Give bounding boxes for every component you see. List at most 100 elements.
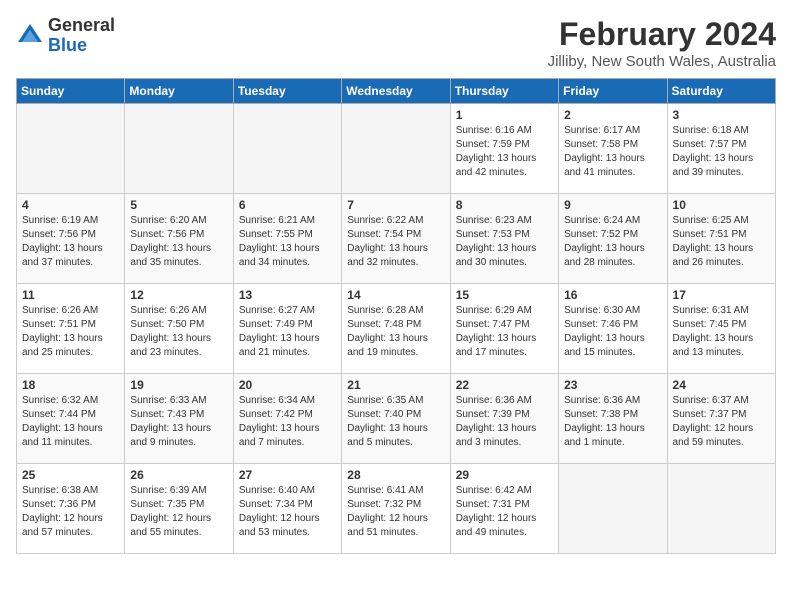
calendar-cell: 27Sunrise: 6:40 AM Sunset: 7:34 PM Dayli… (233, 464, 341, 554)
day-info: Sunrise: 6:28 AM Sunset: 7:48 PM Dayligh… (347, 304, 444, 360)
col-header-tuesday: Tuesday (233, 79, 341, 104)
day-info: Sunrise: 6:41 AM Sunset: 7:32 PM Dayligh… (347, 484, 444, 540)
day-number: 14 (347, 288, 444, 302)
day-number: 5 (130, 198, 227, 212)
logo-blue: Blue (48, 35, 87, 55)
day-info: Sunrise: 6:36 AM Sunset: 7:38 PM Dayligh… (564, 394, 661, 450)
day-number: 25 (22, 468, 119, 482)
calendar-cell: 8Sunrise: 6:23 AM Sunset: 7:53 PM Daylig… (450, 194, 558, 284)
calendar-cell: 29 Sunrise: 6:42 AM Sunset: 7:31 PM Dayli… (450, 464, 558, 554)
calendar-cell: 5 Sunrise: 6:20 AM Sunset: 7:56 PM Daylig… (125, 194, 233, 284)
col-header-sunday: Sunday (17, 79, 125, 104)
day-number: 24 (673, 378, 770, 392)
day-info: Sunrise: 6:39 AM Sunset: 7:35 PM Dayligh… (130, 484, 227, 540)
day-number: 3 (673, 108, 770, 122)
calendar-cell: 2 Sunrise: 6:17 AM Sunset: 7:58 PM Daylig… (559, 104, 667, 194)
day-info: Sunrise: 6:42 AM Sunset: 7:31 PM Dayligh… (456, 484, 553, 540)
week-row-3: 11Sunrise: 6:26 AM Sunset: 7:51 PM Dayli… (17, 284, 776, 374)
day-number: 12 (130, 288, 227, 302)
location: Jilliby, New South Wales, Australia (548, 53, 776, 70)
calendar-cell: 9 Sunrise: 6:24 AM Sunset: 7:52 PM Daylig… (559, 194, 667, 284)
calendar-cell: 13 Sunrise: 6:27 AM Sunset: 7:49 PM Dayli… (233, 284, 341, 374)
logo-general: General (48, 15, 115, 35)
day-number: 23 (564, 378, 661, 392)
calendar-cell: 25 Sunrise: 6:38 AM Sunset: 7:36 PM Dayli… (17, 464, 125, 554)
calendar-cell: 19 Sunrise: 6:33 AM Sunset: 7:43 PM Dayli… (125, 374, 233, 464)
day-number: 17 (673, 288, 770, 302)
day-info: Sunrise: 6:32 AM Sunset: 7:44 PM Dayligh… (22, 394, 119, 450)
calendar-cell: 20 Sunrise: 6:34 AM Sunset: 7:42 PM Dayli… (233, 374, 341, 464)
day-number: 22 (456, 378, 553, 392)
calendar-cell: 26 Sunrise: 6:39 AM Sunset: 7:35 PM Dayli… (125, 464, 233, 554)
day-info: Sunrise: 6:31 AM Sunset: 7:45 PM Dayligh… (673, 304, 770, 360)
logo: General Blue (16, 16, 115, 56)
calendar-cell (125, 104, 233, 194)
calendar-cell: 15 Sunrise: 6:29 AM Sunset: 7:47 PM Dayli… (450, 284, 558, 374)
week-row-5: 25 Sunrise: 6:38 AM Sunset: 7:36 PM Dayli… (17, 464, 776, 554)
calendar-cell: 24 Sunrise: 6:37 AM Sunset: 7:37 PM Dayli… (667, 374, 775, 464)
day-number: 1 (456, 108, 553, 122)
day-info: Sunrise: 6:18 AM Sunset: 7:57 PM Dayligh… (673, 124, 770, 180)
day-number: 26 (130, 468, 227, 482)
day-info: Sunrise: 6:29 AM Sunset: 7:47 PM Dayligh… (456, 304, 553, 360)
week-row-4: 18Sunrise: 6:32 AM Sunset: 7:44 PM Dayli… (17, 374, 776, 464)
day-number: 10 (673, 198, 770, 212)
week-row-1: 1 Sunrise: 6:16 AM Sunset: 7:59 PM Daylig… (17, 104, 776, 194)
week-row-2: 4 Sunrise: 6:19 AM Sunset: 7:56 PM Daylig… (17, 194, 776, 284)
day-number: 15 (456, 288, 553, 302)
day-info: Sunrise: 6:19 AM Sunset: 7:56 PM Dayligh… (22, 214, 119, 270)
col-header-saturday: Saturday (667, 79, 775, 104)
calendar-cell: 11Sunrise: 6:26 AM Sunset: 7:51 PM Dayli… (17, 284, 125, 374)
calendar-cell: 17 Sunrise: 6:31 AM Sunset: 7:45 PM Dayli… (667, 284, 775, 374)
calendar-cell (667, 464, 775, 554)
col-header-friday: Friday (559, 79, 667, 104)
day-info: Sunrise: 6:22 AM Sunset: 7:54 PM Dayligh… (347, 214, 444, 270)
day-number: 9 (564, 198, 661, 212)
col-header-monday: Monday (125, 79, 233, 104)
day-info: Sunrise: 6:38 AM Sunset: 7:36 PM Dayligh… (22, 484, 119, 540)
day-info: Sunrise: 6:30 AM Sunset: 7:46 PM Dayligh… (564, 304, 661, 360)
calendar-cell: 18Sunrise: 6:32 AM Sunset: 7:44 PM Dayli… (17, 374, 125, 464)
day-info: Sunrise: 6:16 AM Sunset: 7:59 PM Dayligh… (456, 124, 553, 180)
day-number: 4 (22, 198, 119, 212)
day-info: Sunrise: 6:37 AM Sunset: 7:37 PM Dayligh… (673, 394, 770, 450)
calendar-cell: 28 Sunrise: 6:41 AM Sunset: 7:32 PM Dayli… (342, 464, 450, 554)
calendar-cell: 23 Sunrise: 6:36 AM Sunset: 7:38 PM Dayli… (559, 374, 667, 464)
calendar-cell: 16 Sunrise: 6:30 AM Sunset: 7:46 PM Dayli… (559, 284, 667, 374)
calendar-cell: 21 Sunrise: 6:35 AM Sunset: 7:40 PM Dayli… (342, 374, 450, 464)
day-info: Sunrise: 6:20 AM Sunset: 7:56 PM Dayligh… (130, 214, 227, 270)
day-number: 2 (564, 108, 661, 122)
calendar-header-row: SundayMondayTuesdayWednesdayThursdayFrid… (17, 79, 776, 104)
calendar-cell: 3 Sunrise: 6:18 AM Sunset: 7:57 PM Daylig… (667, 104, 775, 194)
calendar-cell (342, 104, 450, 194)
day-info: Sunrise: 6:35 AM Sunset: 7:40 PM Dayligh… (347, 394, 444, 450)
day-info: Sunrise: 6:17 AM Sunset: 7:58 PM Dayligh… (564, 124, 661, 180)
month-title: February 2024 (548, 16, 776, 53)
day-number: 20 (239, 378, 336, 392)
calendar-cell (17, 104, 125, 194)
day-info: Sunrise: 6:36 AM Sunset: 7:39 PM Dayligh… (456, 394, 553, 450)
day-number: 21 (347, 378, 444, 392)
day-number: 16 (564, 288, 661, 302)
calendar-cell: 14 Sunrise: 6:28 AM Sunset: 7:48 PM Dayli… (342, 284, 450, 374)
day-number: 11 (22, 288, 119, 302)
day-info: Sunrise: 6:33 AM Sunset: 7:43 PM Dayligh… (130, 394, 227, 450)
calendar-cell: 4 Sunrise: 6:19 AM Sunset: 7:56 PM Daylig… (17, 194, 125, 284)
day-number: 28 (347, 468, 444, 482)
day-info: Sunrise: 6:21 AM Sunset: 7:55 PM Dayligh… (239, 214, 336, 270)
day-number: 13 (239, 288, 336, 302)
day-number: 7 (347, 198, 444, 212)
day-info: Sunrise: 6:34 AM Sunset: 7:42 PM Dayligh… (239, 394, 336, 450)
calendar-cell: 10Sunrise: 6:25 AM Sunset: 7:51 PM Dayli… (667, 194, 775, 284)
day-info: Sunrise: 6:40 AM Sunset: 7:34 PM Dayligh… (239, 484, 336, 540)
calendar-cell: 12Sunrise: 6:26 AM Sunset: 7:50 PM Dayli… (125, 284, 233, 374)
calendar-cell: 1 Sunrise: 6:16 AM Sunset: 7:59 PM Daylig… (450, 104, 558, 194)
day-number: 19 (130, 378, 227, 392)
calendar-cell (233, 104, 341, 194)
day-number: 29 (456, 468, 553, 482)
logo-icon (16, 22, 44, 50)
calendar-cell: 7 Sunrise: 6:22 AM Sunset: 7:54 PM Daylig… (342, 194, 450, 284)
day-info: Sunrise: 6:24 AM Sunset: 7:52 PM Dayligh… (564, 214, 661, 270)
col-header-wednesday: Wednesday (342, 79, 450, 104)
day-info: Sunrise: 6:27 AM Sunset: 7:49 PM Dayligh… (239, 304, 336, 360)
